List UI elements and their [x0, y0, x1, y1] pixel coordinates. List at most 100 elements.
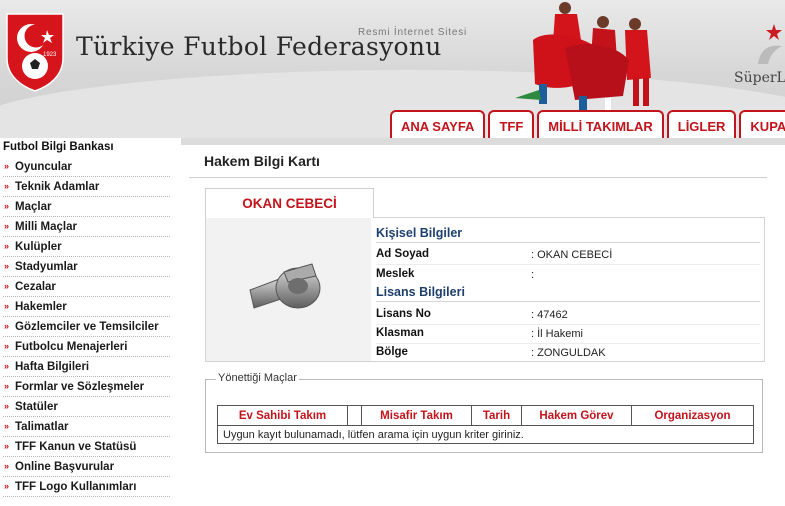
- sidebar-item-label: TFF Kanun ve Statüsü: [15, 441, 137, 453]
- chevron-right-icon: »: [4, 341, 10, 351]
- chevron-right-icon: »: [4, 381, 10, 391]
- license-info-heading: Lisans Bilgileri: [376, 285, 760, 302]
- sidebar-item-label: TFF Logo Kullanımları: [15, 481, 137, 493]
- chevron-right-icon: »: [4, 241, 10, 251]
- chevron-right-icon: »: [4, 421, 10, 431]
- chevron-right-icon: »: [4, 441, 10, 451]
- sidebar-item-hafta-bilgileri[interactable]: » Hafta Bilgileri: [3, 357, 170, 377]
- column-header-hakem-gorev[interactable]: Hakem Görev: [521, 405, 632, 426]
- table-row: Uygun kayıt bulunamadı, lütfen arama içi…: [217, 425, 754, 444]
- title-divider: [189, 177, 767, 178]
- sidebar-item-label: Talimatlar: [15, 421, 69, 433]
- sidebar-item-label: Stadyumlar: [15, 261, 78, 273]
- sidebar-item-statuler[interactable]: » Statüler: [3, 397, 170, 417]
- sidebar-item-tff-kanun[interactable]: » TFF Kanun ve Statüsü: [3, 437, 170, 457]
- sidebar-item-talimatlar[interactable]: » Talimatlar: [3, 417, 170, 437]
- sidebar-item-label: Hafta Bilgileri: [15, 361, 90, 373]
- chevron-right-icon: »: [4, 181, 10, 191]
- sidebar-item-teknik-adamlar[interactable]: » Teknik Adamlar: [3, 177, 170, 197]
- referee-card-panel: Hakem Bilgi Kartı OKAN CEBECİ Kişisel Bi…: [181, 138, 785, 506]
- chevron-right-icon: »: [4, 361, 10, 371]
- players-celebration-image: [515, 2, 651, 110]
- superlig-logo-icon: [758, 24, 782, 64]
- nav-tab-ligler[interactable]: LİGLER: [666, 110, 737, 138]
- sidebar: Futbol Bilgi Bankası » Oyuncular » Teknik …: [0, 138, 178, 506]
- nav-tab-tff[interactable]: TFF: [488, 110, 535, 138]
- sidebar-item-label: Milli Maçlar: [15, 221, 77, 233]
- sidebar-item-label: Teknik Adamlar: [15, 181, 100, 193]
- main-nav: ANA SAYFA TFF MİLLİ TAKIMLAR LİGLER KUPA…: [390, 110, 785, 138]
- field-label-meslek: Meslek: [376, 268, 415, 280]
- chevron-right-icon: »: [4, 481, 10, 491]
- superlig-label[interactable]: SüperL: [734, 70, 785, 86]
- sidebar-item-label: Cezalar: [15, 281, 56, 293]
- column-header-score: [347, 405, 362, 426]
- sidebar-item-oyuncular[interactable]: » Oyuncular: [3, 157, 170, 177]
- field-value-klasman: : İl Hakemi: [531, 328, 583, 340]
- sidebar-item-cezalar[interactable]: » Cezalar: [3, 277, 170, 297]
- logo-year: 1923: [43, 52, 57, 58]
- sidebar-item-label: Futbolcu Menajerleri: [15, 341, 128, 353]
- sidebar-item-maclar[interactable]: » Maçlar: [3, 197, 170, 217]
- row-divider: [376, 264, 760, 265]
- empty-results-message: Uygun kayıt bulunamadı, lütfen arama içi…: [217, 425, 754, 444]
- page-title: Hakem Bilgi Kartı: [204, 153, 320, 169]
- site-header: 1923 Resmi İnternet Sitesi Türkiye Futbo…: [0, 0, 785, 138]
- sidebar-item-label: Online Başvurular: [15, 461, 115, 473]
- refereed-matches-fieldset: Yönettiği Maçlar Ev Sahibi Takım Misafir…: [205, 372, 763, 453]
- row-divider: [376, 324, 760, 325]
- sidebar-item-milli-maclar[interactable]: » Milli Maçlar: [3, 217, 170, 237]
- field-label-klasman: Klasman: [376, 327, 424, 339]
- field-value-ad-soyad: : OKAN CEBECİ: [531, 249, 613, 261]
- sidebar-title: Futbol Bilgi Bankası: [3, 141, 114, 153]
- sidebar-item-kulupler[interactable]: » Kulüpler: [3, 237, 170, 257]
- chevron-right-icon: »: [4, 261, 10, 271]
- sidebar-item-stadyumlar[interactable]: » Stadyumlar: [3, 257, 170, 277]
- column-header-misafir[interactable]: Misafir Takım: [361, 405, 472, 426]
- sidebar-item-formlar[interactable]: » Formlar ve Sözleşmeler: [3, 377, 170, 397]
- whistle-icon: [249, 263, 321, 309]
- sidebar-item-label: Statüler: [15, 401, 58, 413]
- field-label-bolge: Bölge: [376, 346, 408, 358]
- fieldset-legend: Yönettiği Maçlar: [216, 372, 299, 384]
- field-value-lisans-no: : 47462: [531, 309, 568, 321]
- sidebar-item-futbolcu-menajerleri[interactable]: » Futbolcu Menajerleri: [3, 337, 170, 357]
- nav-tab-milli-takimlar[interactable]: MİLLİ TAKIMLAR: [537, 110, 664, 138]
- field-value-meslek: :: [531, 269, 535, 281]
- field-value-bolge: : ZONGULDAK: [531, 347, 606, 359]
- sidebar-item-label: Hakemler: [15, 301, 67, 313]
- sidebar-item-tff-logo[interactable]: » TFF Logo Kullanımları: [3, 477, 170, 497]
- sidebar-item-online-basvurular[interactable]: » Online Başvurular: [3, 457, 170, 477]
- chevron-right-icon: »: [4, 321, 10, 331]
- sidebar-item-label: Maçlar: [15, 201, 52, 213]
- column-header-ev-sahibi[interactable]: Ev Sahibi Takım: [217, 405, 348, 426]
- sidebar-item-label: Oyuncular: [15, 161, 72, 173]
- referee-name-tab: OKAN CEBECİ: [205, 188, 374, 218]
- chevron-right-icon: »: [4, 461, 10, 471]
- sidebar-item-label: Kulüpler: [15, 241, 62, 253]
- table-header-row: Ev Sahibi Takım Misafir Takım Tarih Hake…: [217, 405, 754, 426]
- chevron-right-icon: »: [4, 161, 10, 171]
- referee-info-card: Kişisel Bilgiler Ad Soyad : OKAN CEBECİ …: [205, 217, 765, 362]
- chevron-right-icon: »: [4, 301, 10, 311]
- chevron-right-icon: »: [4, 201, 10, 211]
- sidebar-item-label: Formlar ve Sözleşmeler: [15, 381, 145, 393]
- sidebar-menu: » Oyuncular » Teknik Adamlar » Maçlar » Mill…: [3, 157, 170, 497]
- matches-table: Ev Sahibi Takım Misafir Takım Tarih Hake…: [217, 405, 754, 444]
- sidebar-item-hakemler[interactable]: » Hakemler: [3, 297, 170, 317]
- column-header-organizasyon[interactable]: Organizasyon: [631, 405, 754, 426]
- nav-tab-ana-sayfa[interactable]: ANA SAYFA: [390, 110, 486, 138]
- chevron-right-icon: »: [4, 221, 10, 231]
- chevron-right-icon: »: [4, 401, 10, 411]
- sidebar-item-gozlemciler[interactable]: » Gözlemciler ve Temsilciler: [3, 317, 170, 337]
- nav-tab-kupalar[interactable]: KUPALA: [739, 110, 785, 138]
- field-label-ad-soyad: Ad Soyad: [376, 248, 430, 260]
- row-divider: [376, 343, 760, 344]
- chevron-right-icon: »: [4, 281, 10, 291]
- site-title[interactable]: Türkiye Futbol Federasyonu: [76, 32, 442, 61]
- column-header-tarih[interactable]: Tarih: [471, 405, 522, 426]
- field-label-lisans-no: Lisans No: [376, 308, 431, 320]
- personal-info-heading: Kişisel Bilgiler: [376, 226, 760, 243]
- tff-logo[interactable]: 1923: [3, 12, 67, 92]
- sidebar-item-label: Gözlemciler ve Temsilciler: [15, 321, 159, 333]
